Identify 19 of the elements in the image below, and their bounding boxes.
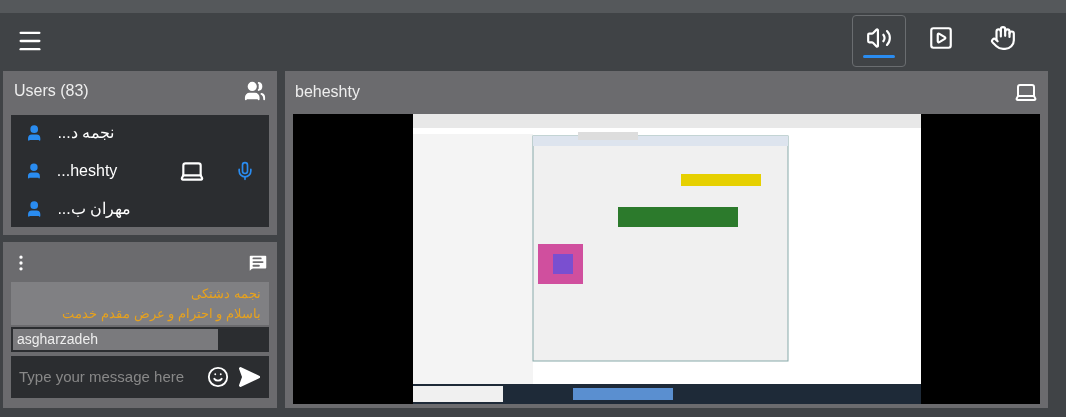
message-sender: نجمه دشتکی xyxy=(191,285,261,303)
chat-icon xyxy=(247,252,269,274)
message-field[interactable]: Type your message here xyxy=(19,365,203,389)
users-title: Users (83) xyxy=(14,81,89,101)
user-name[interactable]: ...heshty xyxy=(56,159,155,183)
audio-button[interactable] xyxy=(852,15,906,67)
presenter-name: beheshty xyxy=(295,81,360,102)
user-name[interactable]: مهران ب... xyxy=(57,196,159,221)
users-icon xyxy=(244,80,266,102)
tooltip-text: asgharzadeh xyxy=(13,329,218,350)
user-name[interactable]: نجمه د... xyxy=(57,121,159,146)
message-text: باسلام و احترام و عرض مقدم خدمت xyxy=(62,304,261,323)
emoji-icon[interactable] xyxy=(207,366,229,388)
play-icon xyxy=(928,24,954,51)
microphone-icon xyxy=(235,161,255,181)
message-input[interactable]: Type your message here xyxy=(11,356,269,398)
send-icon[interactable] xyxy=(237,365,261,389)
user-icon xyxy=(25,161,43,181)
hand-icon xyxy=(990,24,1016,51)
